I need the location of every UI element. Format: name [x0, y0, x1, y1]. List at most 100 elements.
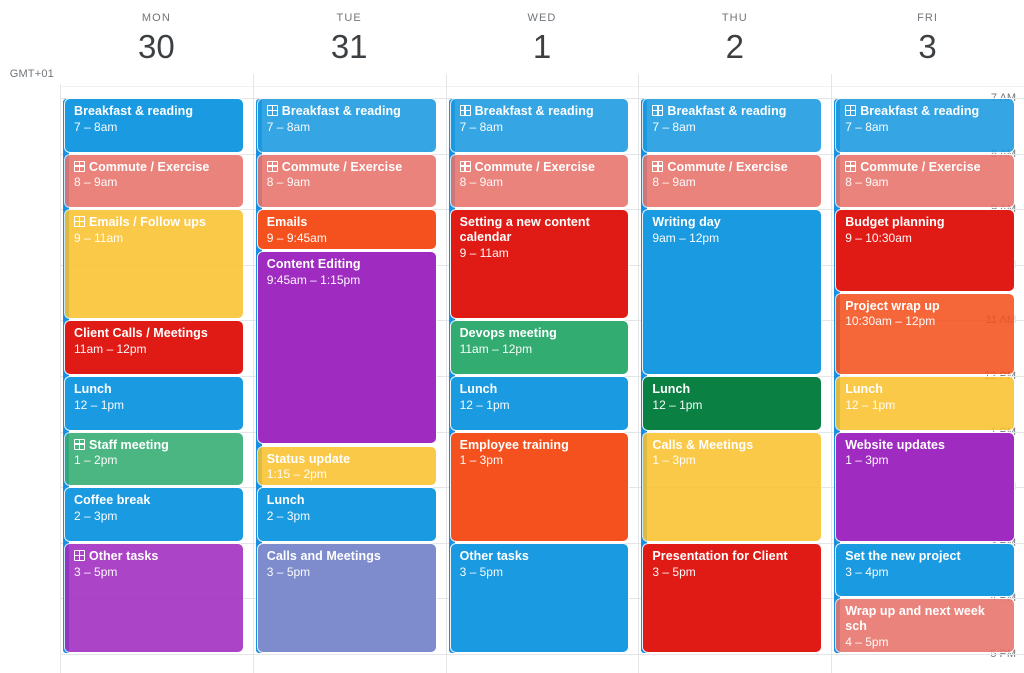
calendar-event[interactable]: Breakfast & reading 7 – 8am	[450, 99, 629, 152]
day-number-label[interactable]: 2	[638, 28, 831, 66]
day-number-label[interactable]: 31	[253, 28, 446, 66]
event-title: Lunch	[652, 382, 691, 396]
day-of-week-label: TUE	[336, 12, 362, 24]
day-header-fri[interactable]: FRI 3	[831, 0, 1024, 84]
event-title: Commute / Exercise	[74, 160, 236, 175]
grid-icon	[266, 105, 278, 116]
event-title: Project wrap up	[845, 298, 940, 313]
event-time: 3 – 5pm	[652, 564, 696, 579]
day-number-label[interactable]: 1	[446, 28, 639, 66]
event-time: 12 – 1pm	[74, 397, 125, 412]
event-title: Setting a new content calendar	[459, 215, 590, 244]
event-title: Presentation for Client	[652, 548, 788, 563]
calendar-event[interactable]: Lunch 2 – 3pm	[257, 488, 436, 541]
calendar-event[interactable]: Breakfast & reading 7 – 8am	[65, 99, 243, 152]
event-title: Wrap up and next week sch	[845, 604, 985, 634]
calendar-event[interactable]: Commute / Exercise 8 – 9am	[257, 154, 436, 208]
calendar-week-view: GMT+01 MON 30 TUE 31 WED 1 THU 2 FRI 3 7 AM8 AM9 …	[0, 0, 1024, 673]
event-title: Breakfast & reading	[459, 104, 622, 119]
event-time: 10:30am – 12pm	[845, 314, 936, 329]
calendar-event[interactable]: Breakfast & reading 7 – 8am	[643, 99, 822, 152]
calendar-event[interactable]: Other tasks 3 – 5pm	[65, 543, 243, 652]
event-time: 7 – 8am	[266, 119, 311, 134]
calendar-event[interactable]: Status update 1:15 – 2pm	[257, 446, 436, 486]
day-header-wed[interactable]: WED 1	[446, 0, 639, 84]
grid-icon	[74, 438, 85, 450]
event-title-text: Breakfast & reading	[667, 104, 787, 118]
calendar-event[interactable]: Commute / Exercise 8 – 9am	[65, 154, 243, 208]
event-time: 8 – 9am	[652, 175, 696, 190]
event-time: 9 – 11am	[459, 245, 509, 260]
calendar-event[interactable]: Commute / Exercise 8 – 9am	[836, 154, 1014, 208]
event-title: Calls and Meetings	[266, 548, 381, 563]
calendar-event[interactable]: Client Calls / Meetings 11am – 12pm	[65, 321, 243, 374]
calendar-event[interactable]: Project wrap up 10:30am – 12pm	[836, 293, 1014, 374]
event-time: 2 – 3pm	[266, 508, 311, 523]
event-time: 4 – 5pm	[845, 634, 889, 649]
event-title: Commute / Exercise	[845, 160, 1007, 175]
event-time: 1 – 3pm	[652, 453, 696, 468]
calendar-event[interactable]: Lunch 12 – 1pm	[65, 377, 243, 430]
day-of-week-label: WED	[527, 12, 557, 24]
event-time: 7 – 8am	[652, 119, 696, 134]
calendar-event[interactable]: Breakfast & reading 7 – 8am	[836, 99, 1014, 152]
day-header-thu[interactable]: THU 2	[638, 0, 831, 84]
calendar-event[interactable]: Lunch 12 – 1pm	[836, 377, 1014, 430]
event-title: Employee training	[459, 437, 569, 452]
event-time: 3 – 5pm	[74, 564, 118, 579]
event-title-text: Commute / Exercise	[89, 159, 210, 174]
calendar-event[interactable]: Emails / Follow ups 9 – 11am	[65, 210, 243, 319]
calendar-event[interactable]: Calls & Meetings 1 – 3pm	[643, 432, 822, 541]
calendar-event[interactable]: Commute / Exercise 8 – 9am	[643, 154, 822, 208]
grid-icon	[459, 160, 471, 172]
calendar-event[interactable]: Emails 9 – 9:45am	[257, 210, 436, 249]
calendar-event[interactable]: Writing day 9am – 12pm	[643, 210, 822, 374]
event-time: 1 – 2pm	[74, 453, 118, 468]
calendar-event[interactable]: Content Editing 9:45am – 1:15pm	[257, 251, 436, 444]
day-header-tue[interactable]: TUE 31	[253, 0, 446, 84]
event-time: 7 – 8am	[459, 119, 503, 134]
calendar-event[interactable]: Staff meeting 1 – 2pm	[65, 432, 243, 486]
event-title-text: Commute / Exercise	[474, 159, 595, 174]
calendar-event[interactable]: Coffee break 2 – 3pm	[65, 488, 243, 541]
calendar-event[interactable]: Website updates 1 – 3pm	[836, 432, 1014, 541]
event-title-text: Commute / Exercise	[667, 159, 788, 174]
event-time: 9 – 10:30am	[845, 230, 912, 245]
calendar-header: GMT+01 MON 30 TUE 31 WED 1 THU 2 FRI 3	[0, 0, 1024, 84]
day-header-mon[interactable]: MON 30	[60, 0, 253, 84]
event-title: Emails	[266, 215, 308, 230]
event-title-text: Other tasks	[89, 548, 159, 563]
calendar-event[interactable]: Wrap up and next week sch 4 – 5pm	[836, 599, 1014, 652]
calendar-event[interactable]: Calls and Meetings 3 – 5pm	[257, 543, 436, 652]
event-time: 7 – 8am	[845, 119, 889, 134]
day-number-label[interactable]: 30	[60, 28, 253, 66]
event-title-text: Breakfast & reading	[860, 104, 980, 118]
event-title-text: Commute / Exercise	[281, 159, 403, 174]
calendar-event[interactable]: Lunch 12 – 1pm	[643, 377, 822, 430]
event-time: 11am – 12pm	[74, 342, 147, 357]
calendar-event[interactable]: Other tasks 3 – 5pm	[450, 543, 629, 652]
grid-icon	[652, 160, 664, 172]
event-title: Lunch	[845, 382, 883, 396]
calendar-event[interactable]: Breakfast & reading 7 – 8am	[257, 99, 436, 152]
event-time: 1 – 3pm	[459, 453, 503, 468]
event-title: Other tasks	[459, 548, 529, 563]
calendar-event[interactable]: Commute / Exercise 8 – 9am	[450, 154, 629, 208]
calendar-event[interactable]: Devops meeting 11am – 12pm	[450, 321, 629, 374]
event-title: Breakfast & reading	[74, 104, 194, 118]
timezone-gutter: GMT+01	[0, 0, 60, 84]
event-title: Lunch	[74, 382, 112, 396]
event-time: 3 – 5pm	[266, 564, 311, 579]
calendar-event[interactable]: Employee training 1 – 3pm	[450, 432, 629, 541]
day-number-label[interactable]: 3	[831, 28, 1024, 66]
grid-top-boundary	[60, 86, 1024, 87]
calendar-event[interactable]: Budget planning 9 – 10:30am	[836, 210, 1014, 291]
calendar-event[interactable]: Presentation for Client 3 – 5pm	[643, 543, 822, 652]
timezone-label: GMT+01	[9, 68, 54, 80]
event-title: Status update	[266, 451, 351, 466]
calendar-event[interactable]: Lunch 12 – 1pm	[450, 377, 629, 430]
calendar-event[interactable]: Setting a new content calendar 9 – 11am	[450, 210, 629, 319]
calendar-event[interactable]: Set the new project 3 – 4pm	[836, 543, 1014, 597]
column-divider	[445, 74, 447, 673]
event-title: Content Editing	[266, 256, 361, 271]
